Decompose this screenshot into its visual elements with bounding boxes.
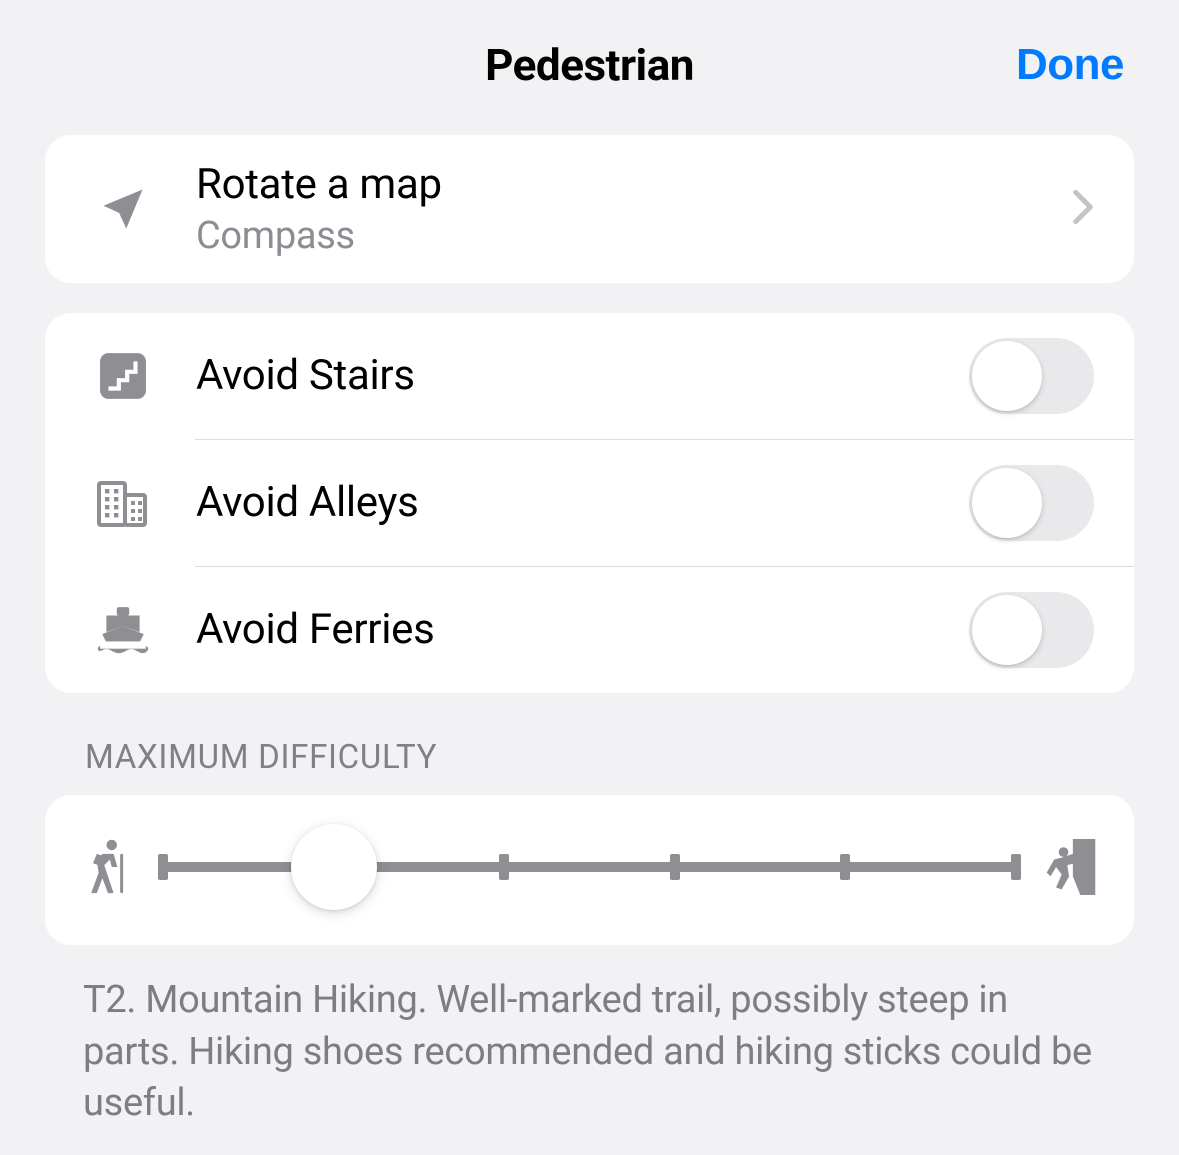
rotate-map-row[interactable]: Rotate a map Compass [45,135,1134,283]
avoid-alleys-row: Avoid Alleys [45,440,1134,566]
difficulty-slider-card [45,795,1134,945]
done-button[interactable]: Done [1016,40,1124,90]
rotate-map-content: Rotate a map Compass [196,160,1072,258]
avoid-ferries-content: Avoid Ferries [196,605,969,655]
avoid-alleys-label: Avoid Alleys [196,478,969,528]
stairs-icon [95,351,151,401]
avoid-alleys-toggle[interactable] [969,465,1094,541]
ferry-icon [95,603,151,657]
avoid-stairs-toggle[interactable] [969,338,1094,414]
avoid-options-card: Avoid Stairs Avoid Alleys [45,313,1134,693]
avoid-stairs-content: Avoid Stairs [196,351,969,401]
avoid-ferries-label: Avoid Ferries [196,605,969,655]
rotate-map-title: Rotate a map [196,160,1072,210]
avoid-ferries-toggle[interactable] [969,592,1094,668]
avoid-alleys-content: Avoid Alleys [196,478,969,528]
difficulty-section-label: MAXIMUM DIFFICULTY [45,723,1134,795]
chevron-right-icon [1072,188,1094,230]
difficulty-description: T2. Mountain Hiking. Well-marked trail, … [45,945,1134,1129]
difficulty-slider[interactable] [163,827,1016,907]
rotate-card: Rotate a map Compass [45,135,1134,283]
page-title: Pedestrian [485,39,694,91]
avoid-stairs-row: Avoid Stairs [45,313,1134,439]
location-arrow-icon [95,183,151,235]
buildings-icon [95,477,151,529]
header: Pedestrian Done [45,20,1134,110]
rotate-map-subtitle: Compass [196,214,1072,258]
avoid-ferries-row: Avoid Ferries [45,567,1134,693]
climber-icon [1046,839,1096,895]
hiker-icon [83,839,133,895]
avoid-stairs-label: Avoid Stairs [196,351,969,401]
